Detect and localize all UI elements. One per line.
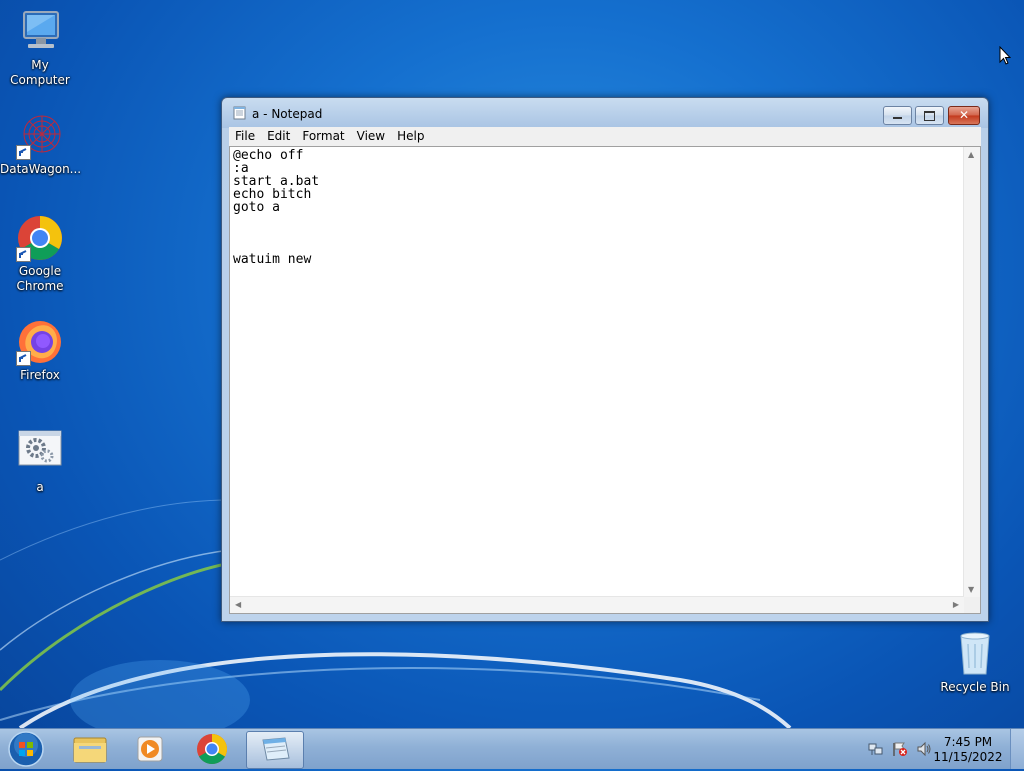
taskbar-media-player[interactable] xyxy=(122,731,178,767)
recycle-bin-icon xyxy=(951,630,999,678)
folder-icon xyxy=(73,737,107,763)
desktop-icon-label: My Computer xyxy=(10,58,70,87)
text-editor[interactable]: @echo off :a start a.bat echo bitch goto… xyxy=(229,146,981,614)
shortcut-arrow-icon xyxy=(16,247,31,262)
maximize-icon xyxy=(924,111,935,121)
desktop-icon-firefox[interactable]: Firefox xyxy=(0,318,80,383)
menu-bar: File Edit Format View Help xyxy=(229,127,981,146)
window-titlebar[interactable]: a - Notepad ✕ xyxy=(222,98,988,126)
menu-help[interactable]: Help xyxy=(391,127,430,143)
scroll-up-arrow-icon[interactable]: ▲ xyxy=(968,150,974,159)
action-center-flag-icon[interactable] xyxy=(892,741,908,760)
minimize-button[interactable] xyxy=(883,106,912,125)
volume-icon[interactable] xyxy=(916,741,932,760)
notepad-window[interactable]: a - Notepad ✕ File Edit Format View Help @ec… xyxy=(221,97,989,622)
computer-icon xyxy=(16,8,64,56)
taskbar-notepad[interactable] xyxy=(246,731,304,769)
shortcut-arrow-icon xyxy=(16,351,31,366)
desktop-icon-a-bat[interactable]: a xyxy=(0,428,80,495)
datawagon-icon xyxy=(16,112,64,160)
close-icon: ✕ xyxy=(958,108,970,122)
maximize-button[interactable] xyxy=(915,106,944,125)
show-desktop-button[interactable] xyxy=(1010,729,1024,769)
notepad-icon xyxy=(233,106,246,120)
scroll-right-arrow-icon[interactable]: ▶ xyxy=(953,600,959,609)
size-grip[interactable] xyxy=(964,597,980,613)
shortcut-arrow-icon xyxy=(16,145,31,160)
batch-file-icon xyxy=(16,428,64,476)
firefox-icon xyxy=(16,318,64,366)
desktop-icon-my-computer[interactable]: My Computer xyxy=(0,8,80,88)
minimize-icon xyxy=(893,117,902,119)
mouse-cursor-icon xyxy=(999,45,1012,68)
clock-time: 7:45 PM xyxy=(943,735,993,749)
desktop-icon-google-chrome[interactable]: Google Chrome xyxy=(0,214,80,294)
editor-content[interactable]: @echo off :a start a.bat echo bitch goto… xyxy=(233,149,319,266)
start-button[interactable] xyxy=(6,730,46,768)
desktop-icon-label: DataWagon... xyxy=(0,162,82,176)
notepad-icon xyxy=(262,737,290,761)
taskbar-file-explorer[interactable] xyxy=(62,731,118,767)
desktop-icon-datawagon[interactable]: DataWagon... xyxy=(0,112,82,177)
taskbar-clock[interactable]: 7:45 PM 11/15/2022 xyxy=(932,735,1004,765)
desktop-icon-label: a xyxy=(36,480,44,494)
horizontal-scrollbar[interactable]: ◀ ▶ xyxy=(230,596,964,613)
system-tray: 7:45 PM 11/15/2022 xyxy=(854,729,1024,769)
scroll-down-arrow-icon[interactable]: ▼ xyxy=(968,585,974,594)
taskbar: 7:45 PM 11/15/2022 xyxy=(0,728,1024,769)
chrome-icon xyxy=(16,214,64,262)
taskbar-google-chrome[interactable] xyxy=(184,731,240,767)
media-player-icon xyxy=(137,736,163,762)
close-button[interactable]: ✕ xyxy=(948,106,980,125)
clock-date: 11/15/2022 xyxy=(933,750,1003,764)
desktop-icon-label: Firefox xyxy=(20,368,60,382)
desktop-icon-label: Recycle Bin xyxy=(940,680,1010,694)
window-title: a - Notepad xyxy=(252,107,323,121)
menu-edit[interactable]: Edit xyxy=(261,127,296,143)
network-icon[interactable] xyxy=(868,741,884,760)
menu-format[interactable]: Format xyxy=(296,127,350,143)
menu-file[interactable]: File xyxy=(229,127,261,143)
desktop-icon-label: Google Chrome xyxy=(16,264,64,293)
chrome-icon xyxy=(197,734,228,765)
menu-view[interactable]: View xyxy=(351,127,391,143)
desktop-icon-recycle-bin[interactable]: Recycle Bin xyxy=(935,630,1015,695)
vertical-scrollbar[interactable]: ▲ ▼ xyxy=(963,147,980,597)
scroll-left-arrow-icon[interactable]: ◀ xyxy=(235,600,241,609)
